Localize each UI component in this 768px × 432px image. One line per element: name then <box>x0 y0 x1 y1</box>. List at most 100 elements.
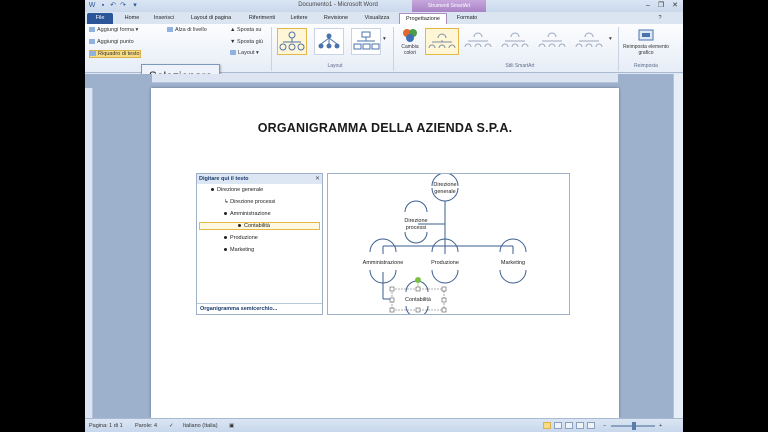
hierarchy-icon <box>318 33 340 49</box>
style-thumb-4[interactable] <box>536 28 570 55</box>
layout-button[interactable]: Layout ▾ <box>230 50 259 56</box>
page-title: ORGANIGRAMMA DELLA AZIENDA S.P.A. <box>257 121 513 135</box>
tab-page-layout[interactable]: Layout di pagina <box>185 13 237 24</box>
status-page[interactable]: Pagina: 1 di 1 <box>89 423 123 429</box>
zoom-out-icon[interactable]: − <box>603 423 606 429</box>
node-direzione-processi[interactable]: Direzione processi <box>396 218 436 231</box>
save-icon[interactable]: ▪ <box>99 2 107 10</box>
tab-insert[interactable]: Inserisci <box>149 13 179 24</box>
macro-icon[interactable]: ▣ <box>229 423 234 429</box>
redo-icon[interactable]: ↷ <box>119 2 127 10</box>
node-amministrazione[interactable]: Amministrazione <box>351 260 415 267</box>
semicircle-assistant <box>404 200 428 213</box>
rotate-handle-icon <box>415 277 421 283</box>
resize-handle <box>415 286 421 292</box>
add-bullet-button[interactable]: Aggiungi punto <box>89 39 134 45</box>
tab-file[interactable]: File <box>87 13 113 24</box>
reset-graphic-button[interactable]: Reimposta elemento grafico <box>623 28 669 64</box>
style-thumb-1[interactable] <box>425 28 459 55</box>
text-pane-icon <box>90 51 96 57</box>
restore-icon[interactable]: ❐ <box>655 1 667 10</box>
document-page[interactable]: ORGANIGRAMMA DELLA AZIENDA S.P.A. Digita… <box>151 88 619 418</box>
full-screen-view-icon[interactable] <box>554 422 562 429</box>
tab-format[interactable]: Formato <box>451 13 483 24</box>
resize-handle <box>389 297 395 303</box>
word-window: W ▪ ↶ ↷ ▾ Documento1 - Microsoft Word St… <box>85 0 683 432</box>
bullet-icon <box>224 212 227 216</box>
tab-design[interactable]: Progettazione <box>399 13 447 24</box>
style-thumb-2[interactable] <box>462 28 496 55</box>
smartart-style-icon <box>538 32 566 48</box>
tab-mailings[interactable]: Lettere <box>285 13 313 24</box>
layout-thumb-org-chart[interactable] <box>351 28 381 55</box>
status-words[interactable]: Parole: 4 <box>135 423 157 429</box>
styles-gallery-more[interactable]: ▾ <box>609 36 612 42</box>
resize-handle <box>441 307 447 313</box>
tab-home[interactable]: Home <box>119 13 145 24</box>
list-item[interactable]: Marketing <box>224 247 254 253</box>
list-item[interactable]: Direzione generale <box>211 187 263 193</box>
web-layout-view-icon[interactable] <box>565 422 573 429</box>
bullet-icon <box>224 236 227 240</box>
ribbon-separator <box>271 27 272 71</box>
resize-handle <box>389 286 395 292</box>
proofing-icon[interactable]: ✓ <box>169 423 174 429</box>
print-layout-view-icon[interactable] <box>543 422 551 429</box>
tab-view[interactable]: Visualizza <box>359 13 395 24</box>
bullet-icon <box>224 248 227 252</box>
smartart-style-icon <box>428 33 456 49</box>
add-shape-icon <box>89 27 95 33</box>
list-item[interactable]: ↳ Direzione processi <box>224 199 275 205</box>
undo-icon[interactable]: ↶ <box>109 2 117 10</box>
layouts-gallery-more[interactable]: ▾ <box>383 36 386 42</box>
zoom-slider-thumb[interactable] <box>632 422 636 430</box>
text-pane-footer[interactable]: Organigramma semicerchio... <box>197 303 322 314</box>
vertical-scrollbar[interactable] <box>673 74 683 418</box>
style-thumb-5[interactable] <box>573 28 607 55</box>
promote-icon <box>167 27 173 33</box>
minimize-icon[interactable]: – <box>642 1 654 10</box>
outline-view-icon[interactable] <box>576 422 584 429</box>
node-contabilita[interactable]: Contabilità <box>396 297 440 304</box>
reset-graphic-icon <box>638 29 654 41</box>
title-bar: W ▪ ↶ ↷ ▾ Documento1 - Microsoft Word St… <box>85 0 683 12</box>
list-item-selected[interactable]: Contabilità <box>199 222 320 230</box>
status-language[interactable]: Italiano (Italia) <box>183 423 218 429</box>
semicircle-middle-bottom <box>431 269 459 284</box>
vertical-ruler <box>85 88 93 418</box>
node-marketing[interactable]: Marketing <box>491 260 535 267</box>
list-item[interactable]: Amministrazione <box>224 211 271 217</box>
node-produzione[interactable]: Produzione <box>423 260 467 267</box>
window-title: Documento1 - Microsoft Word <box>298 2 378 8</box>
help-icon[interactable]: ? <box>655 13 665 24</box>
zoom-in-icon[interactable]: + <box>659 423 662 429</box>
bullet-icon <box>211 188 214 192</box>
move-down-button[interactable]: ▼ Sposta giù <box>230 39 263 45</box>
draft-view-icon[interactable] <box>587 422 595 429</box>
close-icon[interactable]: ✕ <box>315 175 320 182</box>
tab-review[interactable]: Revisione <box>319 13 353 24</box>
layout-thumb-hierarchy[interactable] <box>314 28 344 55</box>
close-icon[interactable]: ✕ <box>669 1 681 10</box>
bullet-icon <box>238 224 241 228</box>
promote-button[interactable]: Alza di livello <box>167 27 207 33</box>
document-area: ORGANIGRAMMA DELLA AZIENDA S.P.A. Digita… <box>85 74 683 418</box>
node-direzione-generale[interactable]: Direzione generale <box>423 182 467 195</box>
semicircle-right-bottom <box>499 269 527 284</box>
customize-toolbar-icon[interactable]: ▾ <box>131 2 139 10</box>
style-thumb-3[interactable] <box>499 28 533 55</box>
smartart-graphic[interactable]: Direzione generale Direzione processi Am… <box>327 173 570 315</box>
word-logo-icon: W <box>88 2 96 9</box>
layout-thumb-semicircle[interactable] <box>277 28 307 55</box>
tab-references[interactable]: Riferimenti <box>243 13 281 24</box>
move-up-button[interactable]: ▲ Sposta su <box>230 27 261 33</box>
change-colors-button[interactable]: Cambia colori <box>399 28 421 64</box>
list-item[interactable]: Produzione <box>224 235 258 241</box>
resize-handle <box>441 297 447 303</box>
status-bar: Pagina: 1 di 1 Parole: 4 ✓ Italiano (Ita… <box>85 418 683 432</box>
text-pane-button[interactable]: Riquadro di testo <box>89 50 141 58</box>
semicircle-assistant-bottom <box>404 231 428 244</box>
smartart-text-pane[interactable]: Digitare qui il testo ✕ Direzione genera… <box>196 173 323 315</box>
layout-icon <box>230 50 236 56</box>
add-shape-button[interactable]: Aggiungi forma ▾ <box>89 27 138 33</box>
